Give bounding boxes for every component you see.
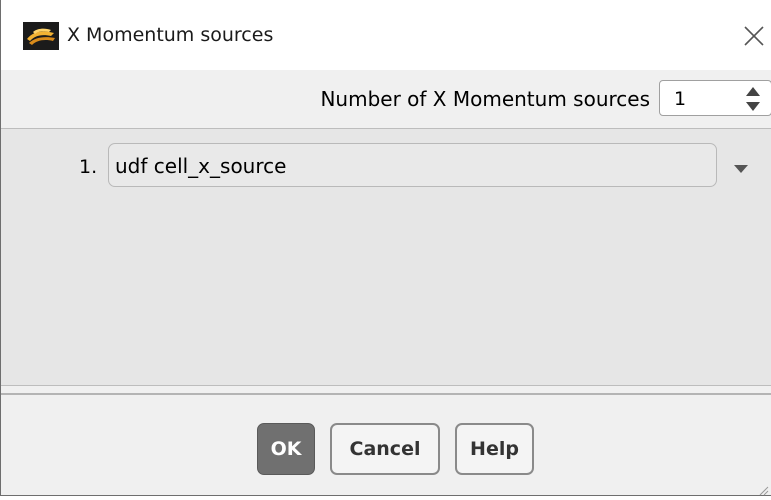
footer-divider	[1, 393, 771, 395]
chevron-down-icon[interactable]	[732, 159, 750, 173]
source-row-index: 1.	[79, 156, 98, 178]
source-count-label: Number of X Momentum sources	[320, 87, 650, 111]
source-select[interactable]: udf cell_x_source	[108, 143, 717, 187]
resize-grip-icon[interactable]	[757, 481, 769, 496]
title-bar: X Momentum sources	[1, 0, 771, 70]
source-select-value: udf cell_x_source	[115, 154, 287, 178]
close-button[interactable]	[732, 14, 771, 54]
cancel-button[interactable]: Cancel	[330, 423, 440, 475]
source-count-value[interactable]: 1	[674, 85, 686, 113]
dialog-window: X Momentum sources Number of X Momentum …	[0, 0, 771, 496]
window-title: X Momentum sources	[67, 24, 274, 46]
help-button[interactable]: Help	[455, 423, 534, 475]
ok-button[interactable]: OK	[257, 423, 315, 475]
close-icon	[744, 26, 764, 46]
app-icon	[23, 22, 59, 50]
source-count-row: Number of X Momentum sources 1	[1, 70, 771, 128]
sources-list-panel: 1. udf cell_x_source	[1, 128, 771, 386]
spinner-arrows-icon[interactable]	[743, 85, 763, 113]
source-count-spinner[interactable]: 1	[659, 80, 771, 116]
